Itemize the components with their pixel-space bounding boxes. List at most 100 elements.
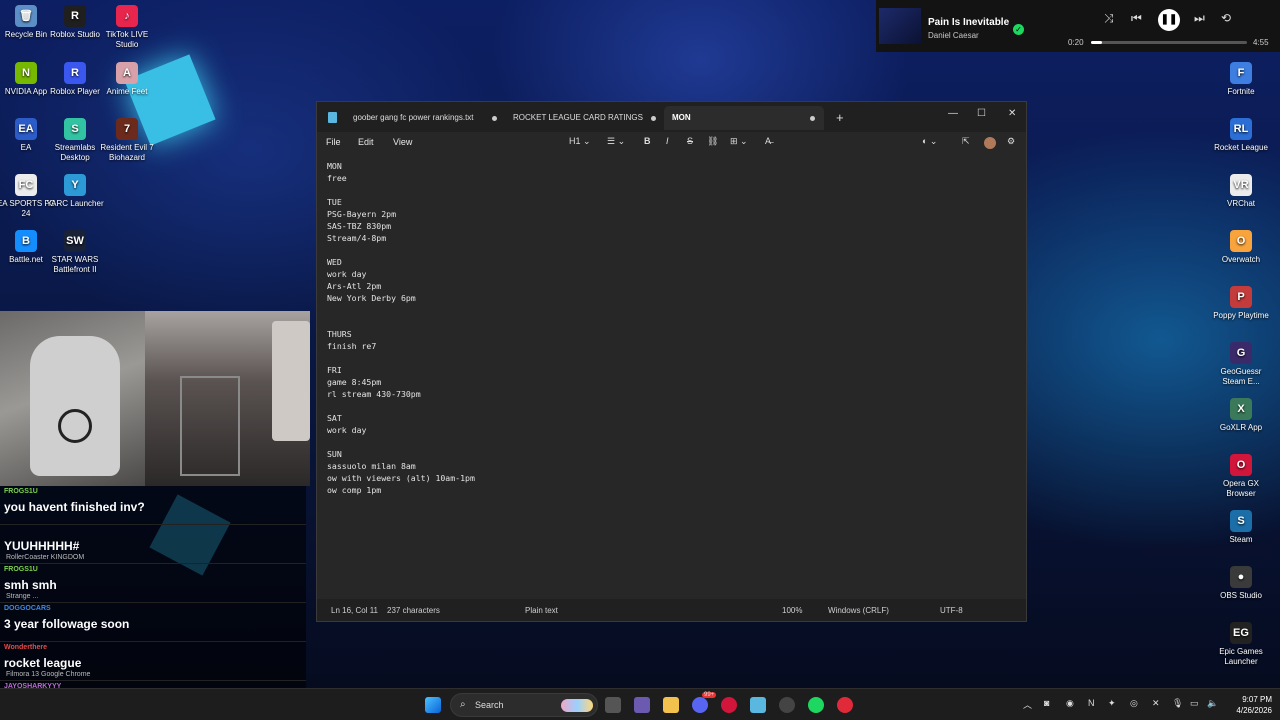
progress-bar[interactable] bbox=[1091, 41, 1247, 44]
task-view-icon[interactable] bbox=[605, 697, 621, 713]
new-tab-button[interactable]: + bbox=[836, 110, 844, 125]
file-format[interactable]: Plain text bbox=[525, 606, 558, 615]
desktop-icon-roblox-player[interactable]: R Roblox Player bbox=[49, 62, 101, 114]
tray-icon-4[interactable]: ✦ bbox=[1108, 698, 1116, 709]
tab-mon[interactable]: MON bbox=[664, 106, 824, 130]
tray-icon-5[interactable]: ◎ bbox=[1130, 698, 1138, 709]
desktop-icon-tiktok-live-studio[interactable]: ♪ TikTok LIVE Studio bbox=[101, 5, 153, 57]
text-line: THURS bbox=[327, 329, 352, 339]
chat-message: FROGS1U smh smh Strange ... bbox=[0, 564, 306, 603]
zoom-level[interactable]: 100% bbox=[782, 606, 802, 615]
italic-button[interactable]: I bbox=[666, 136, 669, 146]
desktop-icon-roblox-studio[interactable]: R Roblox Studio bbox=[49, 5, 101, 57]
taskbar-clock[interactable]: 9:07 PM 4/26/2026 bbox=[1224, 694, 1272, 716]
start-windows-icon[interactable] bbox=[425, 697, 441, 713]
tab-label: goober gang fc power rankings.txt bbox=[353, 113, 474, 122]
tray-icon-discord[interactable]: ◙ bbox=[1044, 698, 1049, 708]
tab-power-rankings[interactable]: goober gang fc power rankings.txt bbox=[345, 106, 497, 130]
text-line: New York Derby 6pm bbox=[327, 293, 416, 303]
strikethrough-button[interactable]: S bbox=[687, 136, 693, 146]
desktop-icon-label: Rocket League bbox=[1214, 143, 1268, 152]
maximize-button[interactable]: ☐ bbox=[977, 108, 986, 119]
desktop-label-behind-chat: Filmora 13 Google Chrome bbox=[6, 671, 91, 678]
menu-edit[interactable]: Edit bbox=[358, 137, 374, 147]
chat-text: rocket league bbox=[4, 656, 82, 670]
copilot-dropdown[interactable]: ◐ ⌄ bbox=[922, 136, 937, 147]
chat-text: YUUHHHHH# bbox=[4, 539, 80, 553]
desktop-icon-yarc-launcher[interactable]: Y YARC Launcher bbox=[46, 174, 104, 226]
app-icon-1[interactable] bbox=[634, 697, 650, 713]
text-line: work day bbox=[327, 269, 367, 279]
share-icon[interactable]: ⇱ bbox=[962, 136, 970, 147]
tray-icon-n[interactable]: N bbox=[1088, 698, 1095, 708]
text-line bbox=[327, 304, 475, 316]
previous-track-icon[interactable]: ⏮ bbox=[1131, 11, 1142, 26]
desktop-icon-fortnite[interactable]: F Fortnite bbox=[1215, 62, 1267, 114]
desktop-icon-label: GeoGuessr Steam E... bbox=[1220, 367, 1262, 386]
close-button[interactable]: ✕ bbox=[1008, 108, 1016, 119]
shuffle-icon[interactable]: ⤨ bbox=[1104, 11, 1114, 26]
desktop-icon-poppy-playtime[interactable]: P Poppy Playtime bbox=[1213, 286, 1269, 338]
line-endings[interactable]: Windows (CRLF) bbox=[828, 606, 889, 615]
text-line: Stream/4-8pm bbox=[327, 233, 387, 243]
fortnite-icon: F bbox=[1230, 62, 1252, 84]
tray-icon-6[interactable]: ✕ bbox=[1152, 698, 1160, 709]
next-track-icon[interactable]: ⏭ bbox=[1194, 11, 1205, 26]
text-line: PSG-Bayern 2pm bbox=[327, 209, 397, 219]
menu-file[interactable]: File bbox=[326, 137, 341, 147]
desktop-icon-rocket-league[interactable]: RL Rocket League bbox=[1214, 118, 1268, 170]
text-editor[interactable]: MON free TUE PSG-Bayern 2pm SAS-TBZ 830pm Str… bbox=[327, 160, 475, 496]
ea-icon: EA bbox=[15, 118, 37, 140]
obs-icon[interactable] bbox=[779, 697, 795, 713]
desktop-icon-label: Opera GX Browser bbox=[1222, 479, 1259, 498]
chat-message: DOGGOCARS 3 year followage soon bbox=[0, 603, 306, 642]
tab-card-ratings[interactable]: ROCKET LEAGUE CARD RATINGS bbox=[505, 106, 656, 130]
tray-icon-2[interactable]: ◉ bbox=[1066, 698, 1074, 709]
show-hidden-icons[interactable]: ︿ bbox=[1023, 698, 1032, 711]
opera-gx-icon[interactable] bbox=[721, 697, 737, 713]
heading-dropdown[interactable]: H1 ⌄ bbox=[569, 136, 591, 147]
desktop-icon-star-wars-battlefront-ii[interactable]: SW STAR WARS Battlefront II bbox=[49, 230, 101, 282]
text-line: SUN bbox=[327, 449, 342, 459]
settings-gear-icon[interactable]: ⚙ bbox=[1007, 136, 1015, 147]
desktop-icon-goxlr-app[interactable]: X GoXLR App bbox=[1215, 398, 1267, 450]
bold-button[interactable]: B bbox=[644, 136, 651, 146]
spotify-icon[interactable] bbox=[808, 697, 824, 713]
desktop-label-behind-chat: RollerCoaster KINGDOM bbox=[6, 554, 85, 561]
taskbar-search[interactable]: ⌕ Search bbox=[450, 693, 598, 717]
network-icon[interactable]: ▭ bbox=[1190, 698, 1199, 709]
file-explorer-icon[interactable] bbox=[663, 697, 679, 713]
desktop-icon-anime-feet[interactable]: A Anime Feet bbox=[101, 62, 153, 114]
chat-text: you havent finished inv? bbox=[4, 500, 145, 514]
vrchat-icon: VR bbox=[1230, 174, 1252, 196]
desktop-icon-streamlabs-desktop[interactable]: S Streamlabs Desktop bbox=[49, 118, 101, 170]
discord-icon[interactable] bbox=[692, 697, 708, 713]
table-dropdown[interactable]: ⊞ ⌄ bbox=[730, 136, 748, 147]
desktop-icon-steam[interactable]: S Steam bbox=[1215, 510, 1267, 562]
list-dropdown[interactable]: ☰ ⌄ bbox=[607, 136, 625, 147]
clear-formatting-icon[interactable]: A̶ bbox=[765, 136, 771, 146]
text-line: WED bbox=[327, 257, 342, 267]
minimize-button[interactable]: — bbox=[948, 108, 958, 119]
desktop-icon-label: Resident Evil 7 Biohazard bbox=[100, 143, 154, 162]
desktop-icon-overwatch[interactable]: O Overwatch bbox=[1215, 230, 1267, 282]
encoding[interactable]: UTF-8 bbox=[940, 606, 963, 615]
pause-button[interactable]: ❚❚ bbox=[1158, 9, 1180, 31]
volume-icon[interactable]: 🔈 bbox=[1207, 698, 1218, 709]
desktop-icon-epic-games-launcher[interactable]: EG Epic Games Launcher bbox=[1215, 622, 1267, 674]
desktop-icon-resident-evil-7-biohazard[interactable]: 7 Resident Evil 7 Biohazard bbox=[100, 118, 154, 170]
repeat-icon[interactable]: ⟲ bbox=[1221, 11, 1231, 25]
overwatch-icon: O bbox=[1230, 230, 1252, 252]
microphone-icon[interactable]: 🎙 bbox=[1172, 698, 1183, 709]
desktop-icon-vrchat[interactable]: VR VRChat bbox=[1215, 174, 1267, 226]
avatar[interactable] bbox=[984, 137, 996, 149]
notepad-taskbar-icon[interactable] bbox=[750, 697, 766, 713]
menu-view[interactable]: View bbox=[393, 137, 412, 147]
desktop-icon-obs-studio[interactable]: ● OBS Studio bbox=[1215, 566, 1267, 618]
desktop-icon-geoguessr-steam-e[interactable]: G GeoGuessr Steam E... bbox=[1215, 342, 1267, 394]
link-icon[interactable]: ⛓ bbox=[707, 136, 718, 147]
app-icon-red[interactable] bbox=[837, 697, 853, 713]
desktop-icon-opera-gx-browser[interactable]: O Opera GX Browser bbox=[1215, 454, 1267, 506]
poppy-playtime-icon: P bbox=[1230, 286, 1252, 308]
text-line: work day bbox=[327, 425, 367, 435]
